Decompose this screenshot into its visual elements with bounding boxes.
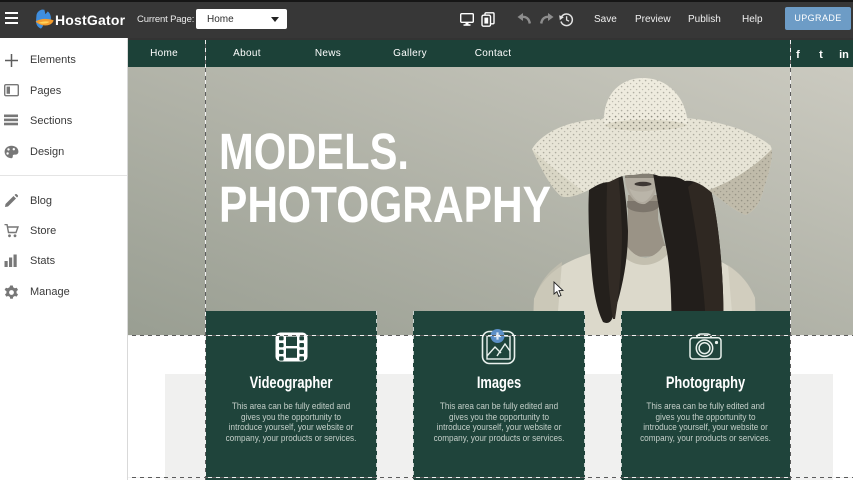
svg-text:f: f <box>796 49 800 61</box>
svg-text:PHOTOGRAPHY: PHOTOGRAPHY <box>219 176 551 233</box>
svg-text:t: t <box>819 49 823 61</box>
svg-text:in: in <box>839 49 849 61</box>
svg-text:MODELS.: MODELS. <box>219 123 409 180</box>
